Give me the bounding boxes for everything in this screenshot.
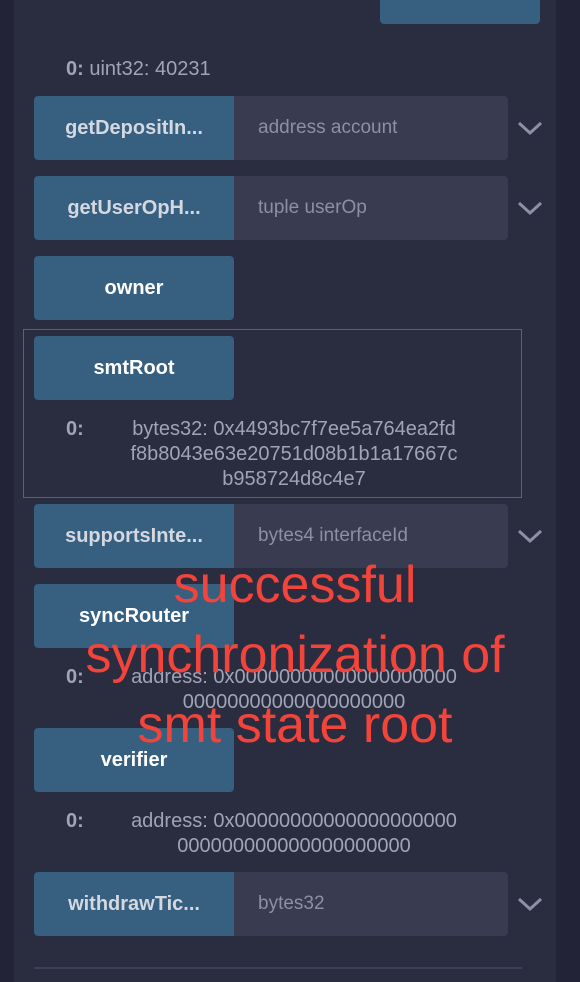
- top-action-button[interactable]: [380, 0, 540, 24]
- annotation-line-1: successful: [173, 556, 417, 614]
- chevron-down-icon[interactable]: [516, 118, 544, 138]
- divider: [34, 967, 522, 969]
- owner-button[interactable]: owner: [34, 256, 234, 320]
- account-input[interactable]: [234, 96, 508, 160]
- userOp-input[interactable]: [234, 176, 508, 240]
- verifier-output: 0: address: 0x00000000000000000000 00000…: [66, 810, 457, 857]
- getUserOpHash-button[interactable]: getUserOpH...: [34, 176, 234, 240]
- smtRoot-output: 0: bytes32: 0x4493bc7f7ee5a764ea2fd f8b8…: [66, 418, 458, 490]
- chevron-down-icon[interactable]: [516, 526, 544, 546]
- withdrawTicket-button[interactable]: withdrawTic...: [34, 872, 234, 936]
- smtRoot-button[interactable]: smtRoot: [34, 336, 234, 400]
- chevron-down-icon[interactable]: [516, 894, 544, 914]
- output-getter-result: 0: uint32: 40231: [66, 58, 211, 80]
- getDepositInfo-button[interactable]: getDepositIn...: [34, 96, 234, 160]
- bytes32-input[interactable]: [234, 872, 508, 936]
- chevron-down-icon[interactable]: [516, 198, 544, 218]
- annotation-line-2: synchronization of: [85, 626, 505, 684]
- annotation-line-3: smt state root: [137, 696, 453, 754]
